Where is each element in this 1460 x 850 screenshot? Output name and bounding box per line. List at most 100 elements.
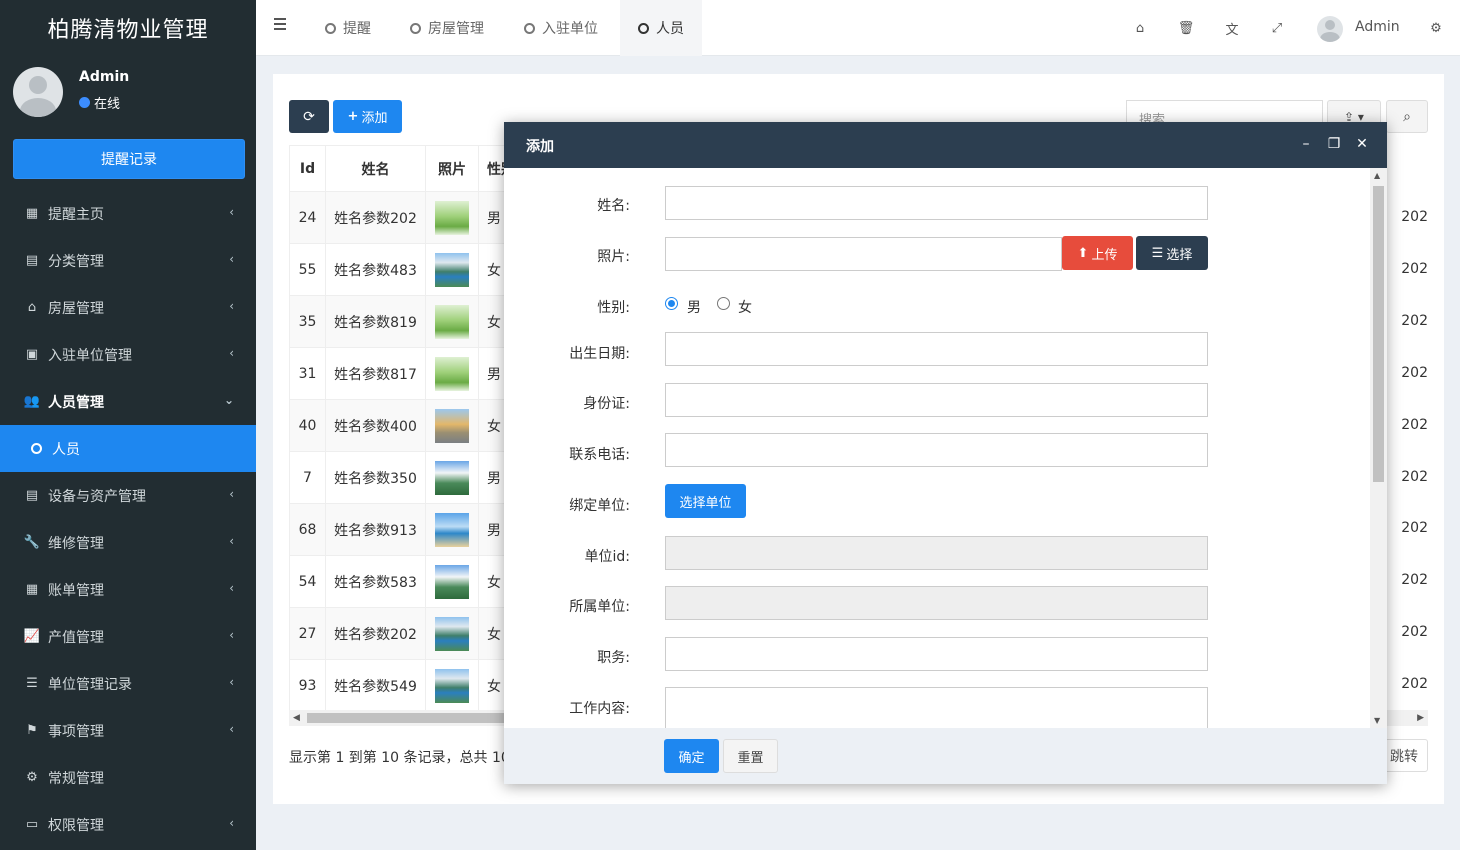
cell-photo[interactable] (425, 399, 479, 452)
phone-field[interactable] (665, 433, 1208, 467)
scroll-right-icon[interactable]: ▶ (1417, 713, 1424, 723)
cogs-icon[interactable]: ⚙ (1428, 20, 1444, 36)
menu-toggle-icon[interactable] (274, 18, 288, 34)
minimize-icon[interactable]: – (1298, 136, 1314, 152)
birthday-field[interactable] (665, 332, 1208, 366)
scroll-down-icon[interactable]: ▼ (1374, 716, 1380, 725)
column-header-name[interactable]: 姓名 (325, 145, 426, 192)
photo-thumbnail[interactable] (435, 304, 469, 339)
photo-thumbnail[interactable] (435, 512, 469, 547)
table-row[interactable]: 68 姓名参数913 男 (289, 503, 519, 556)
dialog-header[interactable]: 添加 – ❐ ✕ (504, 122, 1387, 168)
cell-photo[interactable] (425, 243, 479, 296)
sidebar-item-personnel[interactable]: 👥 人员管理 ⌄ (0, 378, 256, 425)
sidebar-item-output[interactable]: 📈 产值管理 ‹ (0, 613, 256, 660)
scrollbar-thumb[interactable] (1373, 186, 1384, 482)
gender-male-radio[interactable] (665, 297, 678, 310)
sidebar-item-remind-home[interactable]: ▦ 提醒主页 ‹ (0, 190, 256, 237)
tab-tenant[interactable]: 入驻单位 (524, 0, 598, 56)
photo-thumbnail[interactable] (435, 200, 469, 235)
photo-thumbnail[interactable] (435, 564, 469, 599)
cell-photo[interactable] (425, 607, 479, 660)
table-row[interactable]: 55 姓名参数483 女 (289, 243, 519, 296)
sidebar-item-repair[interactable]: 🔧 维修管理 ‹ (0, 519, 256, 566)
photo-thumbnail[interactable] (435, 668, 469, 703)
cell-id: 93 (289, 659, 326, 710)
cell-truncated-date: 202 (1401, 209, 1428, 225)
scroll-up-icon[interactable]: ▲ (1374, 171, 1380, 180)
photo-field[interactable] (665, 237, 1062, 271)
sidebar-item-matters[interactable]: ⚑ 事项管理 ‹ (0, 707, 256, 754)
table-row[interactable]: 93 姓名参数549 女 (289, 659, 519, 710)
cell-photo[interactable] (425, 451, 479, 504)
table-row[interactable]: 54 姓名参数583 女 (289, 555, 519, 608)
choose-button[interactable]: ☰ 选择 (1136, 236, 1208, 270)
photo-thumbnail[interactable] (435, 408, 469, 443)
confirm-button[interactable]: 确定 (664, 739, 719, 773)
upload-button[interactable]: ⬆ 上传 (1062, 236, 1133, 270)
add-button[interactable]: + 添加 (333, 100, 402, 133)
chevron-left-icon: ‹ (229, 581, 234, 595)
trash-icon[interactable]: 🗑 (1178, 20, 1195, 36)
home-icon[interactable]: ⌂ (1132, 20, 1148, 36)
scroll-left-icon[interactable]: ◀ (293, 713, 300, 723)
sidebar-item-permission[interactable]: ▭ 权限管理 ‹ (0, 801, 256, 848)
sidebar-item-label: 事项管理 (48, 723, 104, 740)
sidebar-item-unit-record[interactable]: ☰ 单位管理记录 ‹ (0, 660, 256, 707)
tab-person[interactable]: 人员 (620, 0, 702, 56)
scrollbar-thumb[interactable] (307, 713, 507, 723)
tab-house[interactable]: 房屋管理 (410, 0, 484, 56)
gender-female-radio[interactable] (717, 297, 730, 310)
avatar[interactable] (1317, 16, 1343, 42)
table-row[interactable]: 27 姓名参数202 女 (289, 607, 519, 660)
jump-button[interactable]: 跳转 (1380, 739, 1428, 772)
sidebar-item-person[interactable]: 人员 (0, 425, 256, 472)
table-row[interactable]: 35 姓名参数819 女 (289, 295, 519, 348)
table-row[interactable]: 40 姓名参数400 女 (289, 399, 519, 452)
refresh-icon: ⟳ (303, 108, 315, 125)
cell-photo[interactable] (425, 347, 479, 400)
sidebar-item-tenant[interactable]: ▣ 入驻单位管理 ‹ (0, 331, 256, 378)
table-row[interactable]: 7 姓名参数350 男 (289, 451, 519, 504)
table-row[interactable]: 31 姓名参数817 男 (289, 347, 519, 400)
sidebar-item-equipment[interactable]: ▤ 设备与资产管理 ‹ (0, 472, 256, 519)
reset-button[interactable]: 重置 (723, 739, 778, 773)
chevron-left-icon: ‹ (229, 205, 234, 219)
user-panel: Admin 在线 (0, 56, 256, 131)
cell-photo[interactable] (425, 555, 479, 608)
gender-female-label[interactable]: 女 (738, 297, 752, 317)
position-field[interactable] (665, 637, 1208, 671)
vertical-scrollbar[interactable]: ▲ ▼ (1370, 168, 1387, 728)
cell-photo[interactable] (425, 191, 479, 244)
remind-record-button[interactable]: 提醒记录 (13, 139, 245, 179)
table-row[interactable]: 24 姓名参数202 男 (289, 191, 519, 244)
close-icon[interactable]: ✕ (1354, 136, 1370, 152)
sidebar-item-category[interactable]: ▤ 分类管理 ‹ (0, 237, 256, 284)
tab-remind[interactable]: 提醒 (325, 0, 371, 56)
translate-icon[interactable]: 文 (1224, 20, 1240, 38)
choose-unit-button[interactable]: 选择单位 (665, 484, 746, 518)
sidebar-item-general[interactable]: ⚙ 常规管理 (0, 754, 256, 801)
refresh-button[interactable]: ⟳ (289, 100, 329, 133)
photo-thumbnail[interactable] (435, 460, 469, 495)
photo-thumbnail[interactable] (435, 616, 469, 651)
circle-icon (524, 22, 535, 34)
name-field[interactable] (665, 186, 1208, 220)
fullscreen-icon[interactable]: ⤢ (1269, 20, 1285, 36)
work-content-field[interactable] (665, 687, 1208, 728)
column-header-id[interactable]: Id (289, 145, 326, 192)
cell-photo[interactable] (425, 503, 479, 556)
sidebar-item-house[interactable]: ⌂ 房屋管理 ‹ (0, 284, 256, 331)
cell-photo[interactable] (425, 659, 479, 710)
app-logo-title[interactable]: 柏腾清物业管理 (0, 0, 256, 56)
photo-thumbnail[interactable] (435, 252, 469, 287)
photo-thumbnail[interactable] (435, 356, 469, 391)
top-admin-name[interactable]: Admin (1355, 19, 1400, 35)
search-button[interactable]: ⌕ (1386, 100, 1428, 133)
sidebar-item-bill[interactable]: ▦ 账单管理 ‹ (0, 566, 256, 613)
idcard-field[interactable] (665, 383, 1208, 417)
column-header-photo[interactable]: 照片 (425, 145, 479, 192)
maximize-icon[interactable]: ❐ (1326, 136, 1342, 152)
gender-male-label[interactable]: 男 (687, 297, 701, 317)
cell-photo[interactable] (425, 295, 479, 348)
